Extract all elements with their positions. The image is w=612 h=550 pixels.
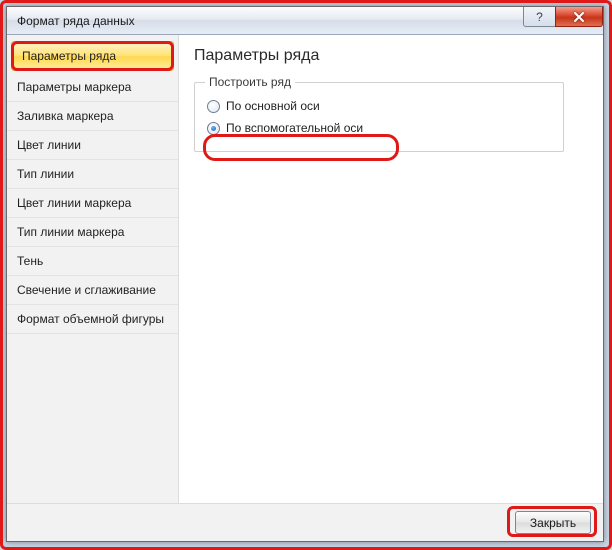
sidebar-item-label: Тень: [17, 254, 43, 268]
sidebar-item-3d-format[interactable]: Формат объемной фигуры: [7, 305, 178, 334]
radio-secondary-axis[interactable]: [207, 122, 220, 135]
plot-series-group: Построить ряд По основной оси По вспомог…: [194, 75, 564, 152]
window-buttons: ?: [523, 7, 603, 29]
radio-label: По основной оси: [226, 99, 320, 113]
radio-row-secondary-axis[interactable]: По вспомогательной оси: [205, 117, 553, 139]
close-button[interactable]: Закрыть: [515, 511, 591, 534]
sidebar-item-label: Тип линии маркера: [17, 225, 124, 239]
dialog-body: Параметры ряда Параметры маркера Заливка…: [7, 35, 603, 503]
sidebar-item-label: Параметры маркера: [17, 80, 131, 94]
radio-primary-axis[interactable]: [207, 100, 220, 113]
panel-heading: Параметры ряда: [194, 47, 589, 65]
close-icon: [573, 12, 585, 22]
group-legend: Построить ряд: [205, 75, 295, 89]
radio-row-primary-axis[interactable]: По основной оси: [205, 95, 553, 117]
titlebar[interactable]: Формат ряда данных ?: [7, 7, 603, 35]
sidebar-item-label: Цвет линии: [17, 138, 81, 152]
sidebar-item-glow[interactable]: Свечение и сглаживание: [7, 276, 178, 305]
sidebar-item-label: Параметры ряда: [22, 49, 116, 63]
sidebar-item-line-style[interactable]: Тип линии: [7, 160, 178, 189]
window-close-button[interactable]: [555, 7, 603, 27]
sidebar-item-marker-line-style[interactable]: Тип линии маркера: [7, 218, 178, 247]
sidebar-item-line-color[interactable]: Цвет линии: [7, 131, 178, 160]
sidebar-item-label: Формат объемной фигуры: [17, 312, 164, 326]
sidebar-item-marker-line-color[interactable]: Цвет линии маркера: [7, 189, 178, 218]
dialog-footer: Закрыть: [7, 503, 603, 541]
help-button[interactable]: ?: [523, 7, 555, 27]
sidebar-item-label: Тип линии: [17, 167, 74, 181]
dialog-window: Формат ряда данных ? Параметры ряда Пара…: [6, 6, 604, 542]
sidebar-item-shadow[interactable]: Тень: [7, 247, 178, 276]
sidebar-item-marker-options[interactable]: Параметры маркера: [7, 73, 178, 102]
sidebar-item-series-options[interactable]: Параметры ряда: [11, 41, 174, 71]
radio-label: По вспомогательной оси: [226, 121, 363, 135]
main-panel: Параметры ряда Построить ряд По основной…: [179, 35, 603, 503]
help-icon: ?: [536, 10, 543, 24]
sidebar-item-label: Цвет линии маркера: [17, 196, 131, 210]
sidebar-item-marker-fill[interactable]: Заливка маркера: [7, 102, 178, 131]
sidebar-item-label: Заливка маркера: [17, 109, 114, 123]
sidebar-item-label: Свечение и сглаживание: [17, 283, 156, 297]
window-title: Формат ряда данных: [17, 14, 135, 28]
sidebar: Параметры ряда Параметры маркера Заливка…: [7, 35, 179, 503]
